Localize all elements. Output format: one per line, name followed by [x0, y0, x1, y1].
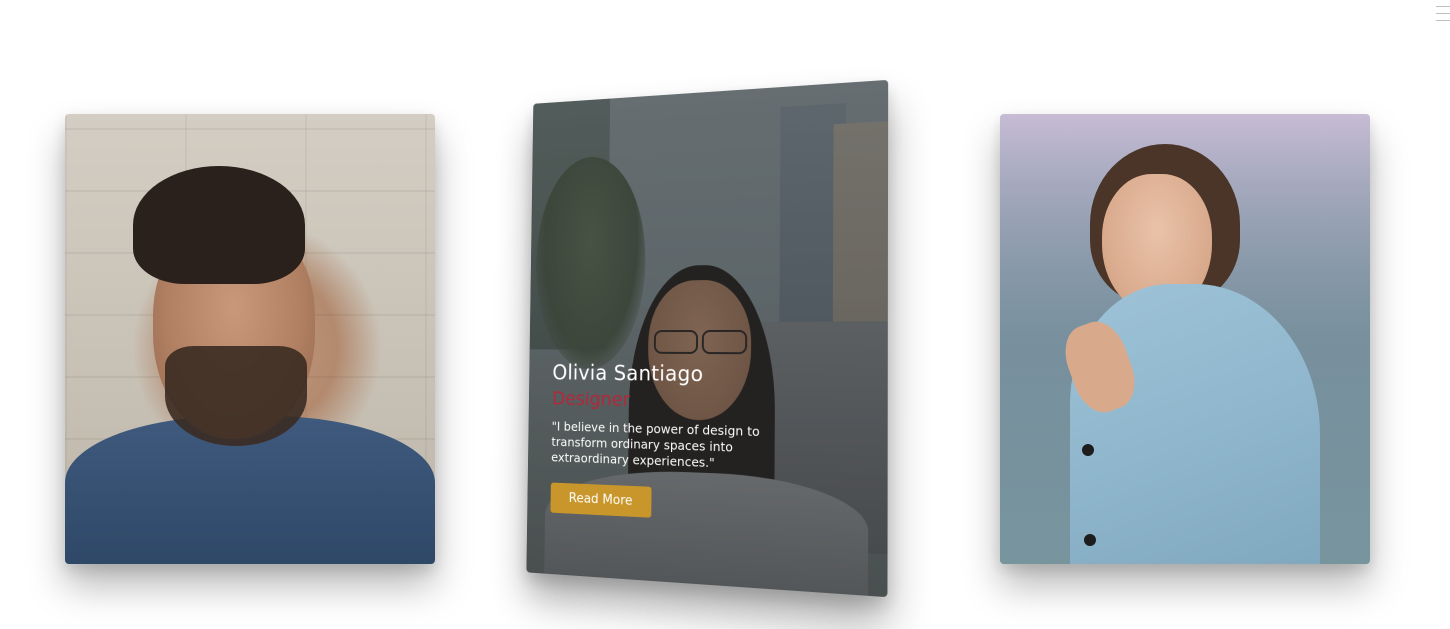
card-left[interactable]: [65, 114, 435, 564]
hair-shape: [133, 166, 305, 284]
read-more-button[interactable]: Read More: [550, 483, 651, 518]
card-content: Olivia Santiago Designer "I believe in t…: [550, 361, 801, 525]
person-name: Olivia Santiago: [552, 361, 801, 388]
menu-icon[interactable]: [1436, 6, 1450, 26]
beard-shape: [165, 346, 307, 446]
person-role: Designer: [552, 388, 802, 414]
carousel-stage: Olivia Santiago Designer "I believe in t…: [0, 0, 1450, 629]
card-right[interactable]: [1000, 114, 1370, 564]
person-quote: "I believe in the power of design to tra…: [551, 419, 771, 474]
blazer-button: [1082, 444, 1094, 456]
blazer-button: [1084, 534, 1096, 546]
card-center[interactable]: Olivia Santiago Designer "I believe in t…: [526, 80, 888, 597]
